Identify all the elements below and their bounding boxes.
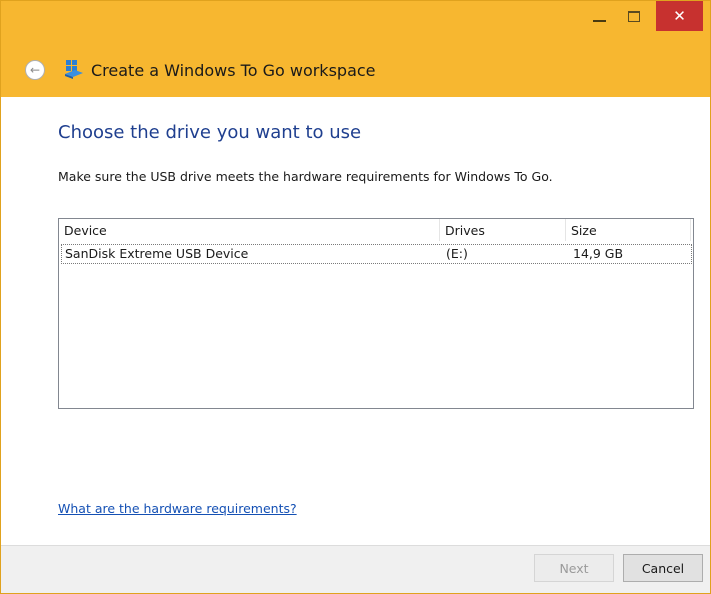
device-name-cell: SanDisk Extreme USB Device (65, 246, 249, 261)
back-button[interactable]: ← (25, 60, 45, 80)
page-description: Make sure the USB drive meets the hardwa… (58, 169, 553, 184)
drive-list[interactable]: Device Drives Size SanDisk Extreme USB D… (58, 218, 694, 409)
window-title: Create a Windows To Go workspace (91, 61, 376, 80)
drive-list-header: Device Drives Size (59, 219, 693, 241)
hardware-requirements-link[interactable]: What are the hardware requirements? (58, 501, 297, 516)
table-row[interactable]: SanDisk Extreme USB Device (E:) 14,9 GB (61, 244, 692, 264)
maximize-button[interactable] (617, 1, 651, 31)
close-button[interactable]: ✕ (656, 1, 703, 31)
column-header-drives[interactable]: Drives (440, 219, 566, 241)
minimize-icon (592, 20, 606, 22)
close-icon: ✕ (673, 7, 686, 25)
drive-size-cell: 14,9 GB (573, 246, 624, 261)
maximize-icon (628, 10, 640, 22)
footer-bar: Next Cancel (1, 545, 710, 593)
next-button[interactable]: Next (534, 554, 614, 582)
column-header-device[interactable]: Device (59, 219, 440, 241)
minimize-button[interactable] (583, 1, 615, 31)
column-header-size[interactable]: Size (566, 219, 691, 241)
navigation-bar: ← Create a Windows To Go workspace (1, 45, 710, 97)
windows-to-go-icon (65, 60, 83, 79)
back-arrow-icon: ← (29, 63, 41, 77)
drive-letter-cell: (E:) (446, 246, 468, 261)
title-bar: ✕ (1, 1, 710, 45)
main-content: Choose the drive you want to use Make su… (1, 97, 710, 545)
cancel-button[interactable]: Cancel (623, 554, 703, 582)
app-window: ✕ ← Create a Windows To Go workspace Cho… (0, 0, 711, 594)
page-heading: Choose the drive you want to use (58, 122, 362, 143)
